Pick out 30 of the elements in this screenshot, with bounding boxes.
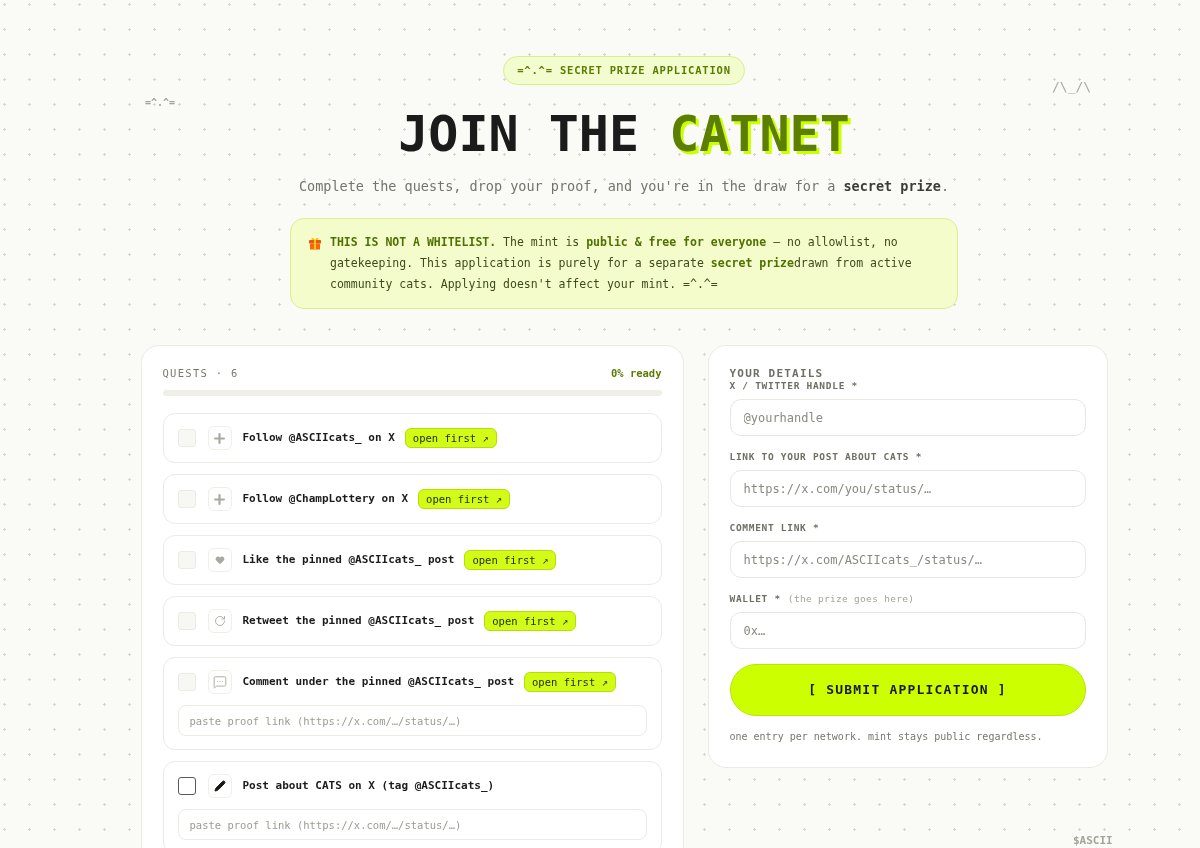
field-label: WALLET *	[729, 593, 781, 605]
field-label: COMMENT LINK *	[729, 522, 820, 534]
quest-label: Follow @ChampLottery on X	[242, 492, 409, 506]
notice-text: THIS IS NOT A WHITELIST. The mint is public & free for everyone — no allowlist, no gatekeeping. This application is purely for a separate secret prizedrawn from active community cats. Applying doesn't affect your mint. =^.^=	[330, 234, 913, 293]
field-label: LINK TO YOUR POST ABOUT CATS *	[729, 451, 923, 463]
quest-label: Comment under the pinned @ASCIIcats_ post	[242, 675, 515, 689]
quest-label: Post about CATS on X (tag @ASCIIcats_)	[242, 779, 495, 793]
field-label: X / TWITTER HANDLE *	[729, 380, 858, 392]
quest-label: Like the pinned @ASCIIcats_ post	[242, 553, 455, 567]
page-title: JOIN THE CATNET	[398, 109, 850, 159]
checkbox[interactable]	[177, 777, 196, 795]
input-field[interactable]: @yourhandle	[729, 399, 1086, 436]
input-field[interactable]: https://x.com/ASCIIcats_/status/…	[729, 541, 1086, 578]
quest-label: Follow @ASCIIcats_ on X	[242, 431, 395, 445]
ascii-ticker-doodle: $ASCII	[1073, 834, 1113, 847]
proof-input[interactable]: paste proof link (https://x.com/…/status/…)	[177, 809, 647, 840]
submit-button[interactable]: [ SUBMIT APPLICATION ]	[729, 664, 1086, 716]
details-title: YOUR DETAILS	[729, 367, 825, 380]
input-field[interactable]: https://x.com/you/status/…	[729, 470, 1086, 507]
quest-label: Retweet the pinned @ASCIIcats_ post	[242, 614, 475, 628]
quests-title: QUESTS · 6	[162, 367, 239, 379]
ascii-ears-doodle: /\_/\	[1052, 79, 1092, 95]
ready-status: 0% ready	[610, 367, 662, 379]
ascii-cat-doodle: =^.^=	[145, 97, 176, 109]
header-badge: =^.^= SECRET PRIZE APPLICATION	[503, 56, 745, 85]
input-field[interactable]: 0x…	[729, 612, 1086, 649]
field-hint: (the prize goes here)	[787, 593, 915, 605]
page-subtitle: Complete the quests, drop your proof, and you're in the draw for a secret prize.	[298, 177, 950, 196]
gift-icon	[308, 236, 322, 250]
footnote-text: one entry per network. mint stays public regardless.	[729, 731, 1044, 743]
